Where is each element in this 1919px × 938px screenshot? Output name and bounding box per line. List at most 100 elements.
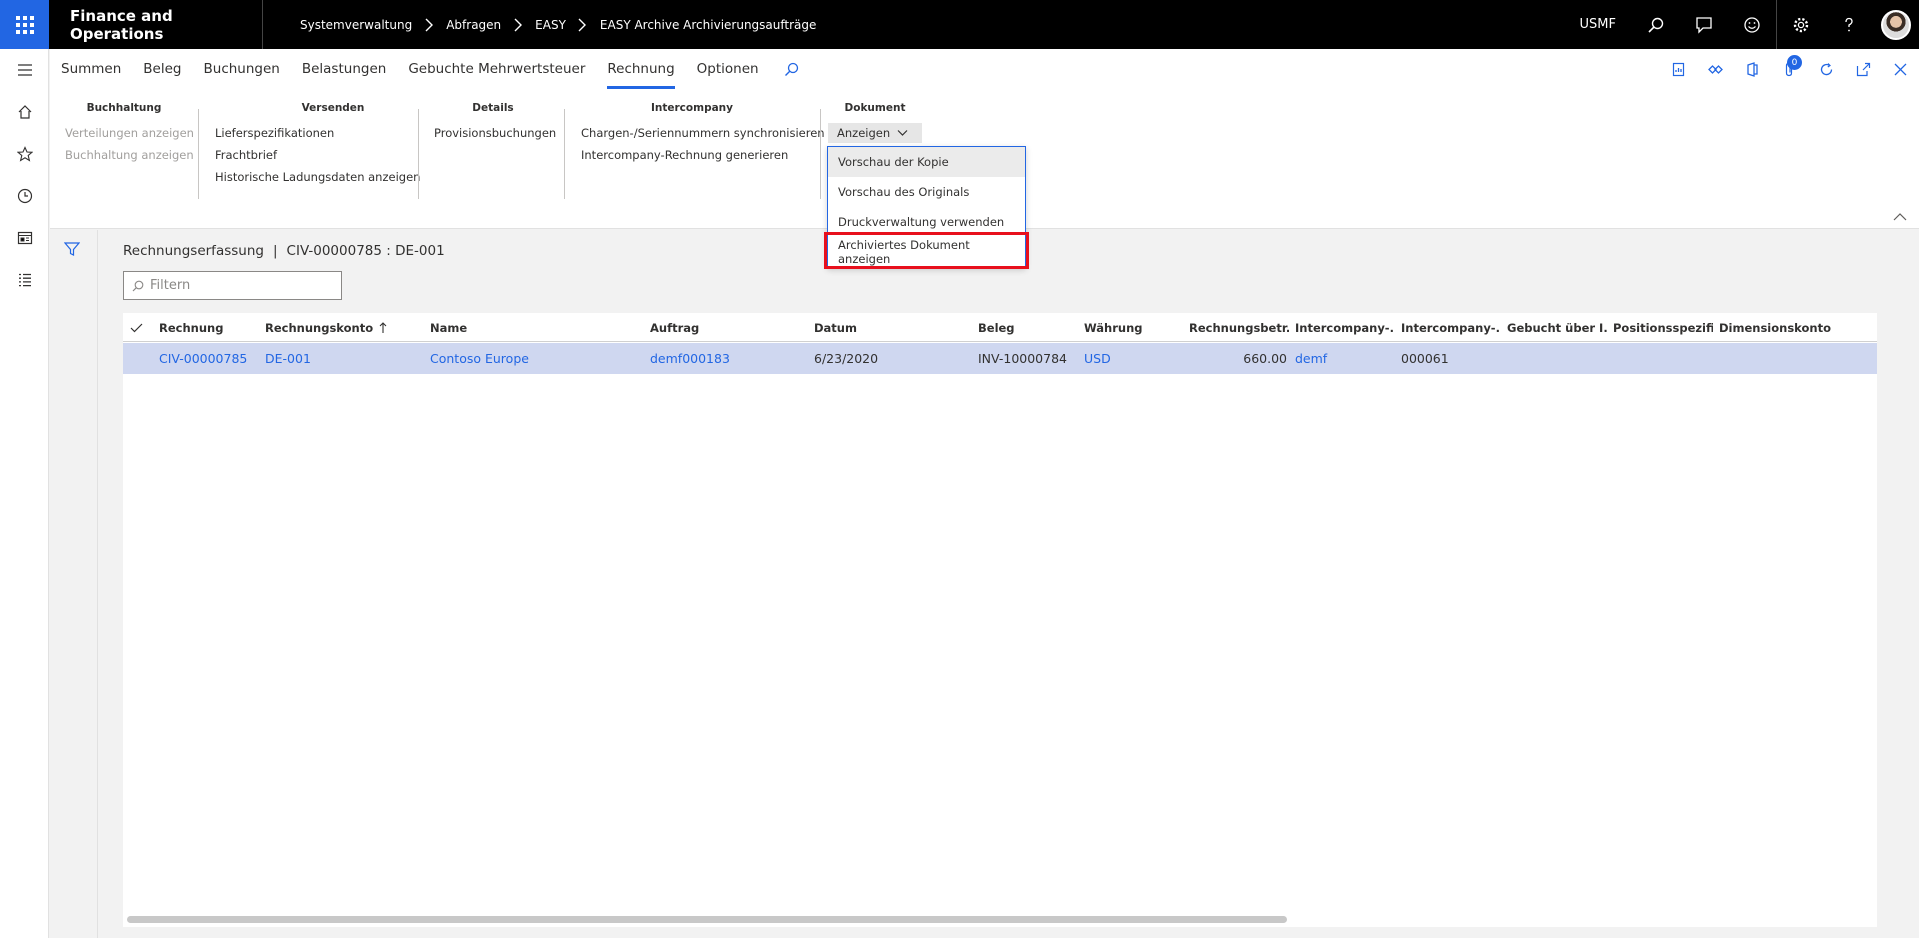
menu-item-vorschau-kopie[interactable]: Vorschau der Kopie [828, 147, 1025, 177]
column-header-rechnungsbetrag[interactable]: Rechnungsbetr... [1189, 313, 1289, 342]
left-navigation-rail [0, 49, 49, 938]
group-title: Intercompany [650, 102, 733, 114]
column-header-beleg[interactable]: Beleg [978, 313, 1078, 342]
cell-beleg[interactable]: INV-10000784 [978, 343, 1078, 374]
tab-gebuchte-mehrwertsteuer[interactable]: Gebuchte Mehrwertsteuer [397, 49, 596, 89]
app-launcher-button[interactable] [0, 0, 49, 49]
page-actions: 0 [1660, 49, 1919, 89]
action-pane-tabs: Summen Beleg Buchungen Belastungen Gebuc… [50, 49, 1919, 89]
divider [564, 109, 565, 199]
tab-belastungen[interactable]: Belastungen [291, 49, 397, 89]
chevron-right-icon [572, 18, 594, 32]
cell-datum[interactable]: 6/23/2020 [814, 343, 964, 374]
home-icon[interactable] [0, 91, 49, 133]
cell-waehrung[interactable]: USD [1084, 343, 1174, 374]
cell-rechnung[interactable]: CIV-00000785 [159, 343, 259, 374]
select-all-checkbox[interactable] [130, 313, 150, 342]
anzeigen-label: Anzeigen [837, 126, 891, 140]
cell-dimensionskonto[interactable] [1719, 343, 1859, 374]
column-header-rechnungskonto[interactable]: Rechnungskonto [265, 313, 395, 342]
cell-auftrag[interactable]: demf000183 [650, 343, 800, 374]
gear-icon[interactable] [1777, 0, 1825, 49]
page-title: Rechnungserfassung | CIV-00000785 : DE-001 [123, 243, 445, 259]
filter-icon[interactable] [64, 241, 80, 257]
cell-intercompany-1[interactable]: demf [1295, 343, 1395, 374]
main-content: Rechnungserfassung | CIV-00000785 : DE-001… [50, 230, 1919, 938]
cell-intercompany-2[interactable]: 000061 [1401, 343, 1501, 374]
cell-positionsspezifisch[interactable] [1613, 343, 1713, 374]
hamburger-menu-icon[interactable] [0, 49, 49, 91]
chargen-synchronisieren-button[interactable]: Chargen-/Seriennummern synchronisieren [581, 126, 825, 140]
avatar[interactable] [1881, 9, 1911, 40]
group-title: Dokument [844, 102, 906, 114]
cell-name[interactable]: Contoso Europe [430, 343, 630, 374]
help-icon[interactable] [1825, 0, 1873, 49]
smiley-icon[interactable] [1728, 0, 1776, 49]
divider [97, 230, 98, 938]
intercompany-rechnung-generieren-button[interactable]: Intercompany-Rechnung generieren [581, 148, 788, 162]
tab-summen[interactable]: Summen [50, 49, 132, 89]
divider [198, 109, 199, 199]
cell-rechnungskonto[interactable]: DE-001 [265, 343, 395, 374]
provisionsbuchungen-button[interactable]: Provisionsbuchungen [434, 126, 556, 140]
office-document-icon[interactable] [1660, 49, 1697, 89]
company-picker[interactable]: USMF [1580, 17, 1616, 32]
tab-rechnung[interactable]: Rechnung [596, 49, 685, 89]
caption-record: CIV-00000785 : DE-001 [286, 243, 445, 259]
tab-optionen[interactable]: Optionen [686, 49, 770, 89]
column-header-gebucht-ueber[interactable]: Gebucht über I... [1507, 313, 1607, 342]
tab-beleg[interactable]: Beleg [132, 49, 192, 89]
attachment-icon[interactable]: 0 [1771, 49, 1808, 89]
column-header-auftrag[interactable]: Auftrag [650, 313, 800, 342]
breadcrumb-item[interactable]: Systemverwaltung [294, 18, 418, 32]
app-title[interactable]: Finance and Operations [49, 0, 263, 49]
close-icon[interactable] [1882, 49, 1919, 89]
column-header-waehrung[interactable]: Währung [1084, 313, 1174, 342]
star-icon[interactable] [0, 133, 49, 175]
breadcrumb-item[interactable]: Abfragen [440, 18, 507, 32]
cell-gebucht-ueber[interactable] [1507, 343, 1607, 374]
column-header-name[interactable]: Name [430, 313, 630, 342]
attachment-count-badge: 0 [1787, 55, 1802, 70]
historische-ladungsdaten-button[interactable]: Historische Ladungsdaten anzeigen [215, 170, 420, 184]
chevron-down-icon [897, 130, 908, 136]
search-icon[interactable] [1632, 0, 1680, 49]
table-row[interactable]: CIV-00000785 DE-001 Contoso Europe demf0… [123, 343, 1877, 374]
column-header-label: Rechnungskonto [265, 320, 374, 335]
search-icon [132, 280, 144, 291]
modules-list-icon[interactable] [0, 259, 49, 301]
filter-input[interactable] [150, 278, 330, 293]
caption-separator: | [272, 243, 278, 259]
workspace-icon[interactable] [0, 217, 49, 259]
chevron-right-icon [418, 18, 440, 32]
column-header-dimensionskonto[interactable]: Dimensionskonto [1719, 313, 1859, 342]
verteilungen-anzeigen-button[interactable]: Verteilungen anzeigen [65, 126, 194, 140]
menu-item-vorschau-original[interactable]: Vorschau des Originals [828, 177, 1025, 207]
cell-rechnungsbetrag[interactable]: 660.00 [1189, 343, 1287, 374]
tab-buchungen[interactable]: Buchungen [193, 49, 291, 89]
refresh-icon[interactable] [1808, 49, 1845, 89]
buchhaltung-anzeigen-button[interactable]: Buchhaltung anzeigen [65, 148, 194, 162]
column-header-datum[interactable]: Datum [814, 313, 964, 342]
column-header-intercompany-1[interactable]: Intercompany-... [1295, 313, 1395, 342]
column-header-rechnung[interactable]: Rechnung [159, 313, 259, 342]
open-in-new-window-icon[interactable] [1845, 49, 1882, 89]
office-icon[interactable] [1734, 49, 1771, 89]
top-right-actions: USMF [1580, 0, 1919, 49]
column-header-intercompany-2[interactable]: Intercompany-... [1401, 313, 1501, 342]
message-icon[interactable] [1680, 0, 1728, 49]
anzeigen-dropdown-button[interactable]: Anzeigen [828, 123, 922, 143]
lieferspezifikationen-button[interactable]: Lieferspezifikationen [215, 126, 334, 140]
chevron-right-icon [507, 18, 529, 32]
group-title: Details [472, 102, 514, 114]
search-icon[interactable] [770, 49, 813, 89]
chevron-up-icon[interactable] [1893, 210, 1907, 224]
clock-icon[interactable] [0, 175, 49, 217]
breadcrumb-item[interactable]: EASY [529, 18, 572, 32]
power-apps-icon[interactable] [1697, 49, 1734, 89]
frachtbrief-button[interactable]: Frachtbrief [215, 148, 277, 162]
divider [820, 109, 821, 199]
column-header-positionsspezifisch[interactable]: Positionsspezifi... [1613, 313, 1713, 342]
horizontal-scrollbar[interactable] [127, 916, 1287, 923]
breadcrumb-item[interactable]: EASY Archive Archivierungsaufträge [594, 18, 822, 32]
